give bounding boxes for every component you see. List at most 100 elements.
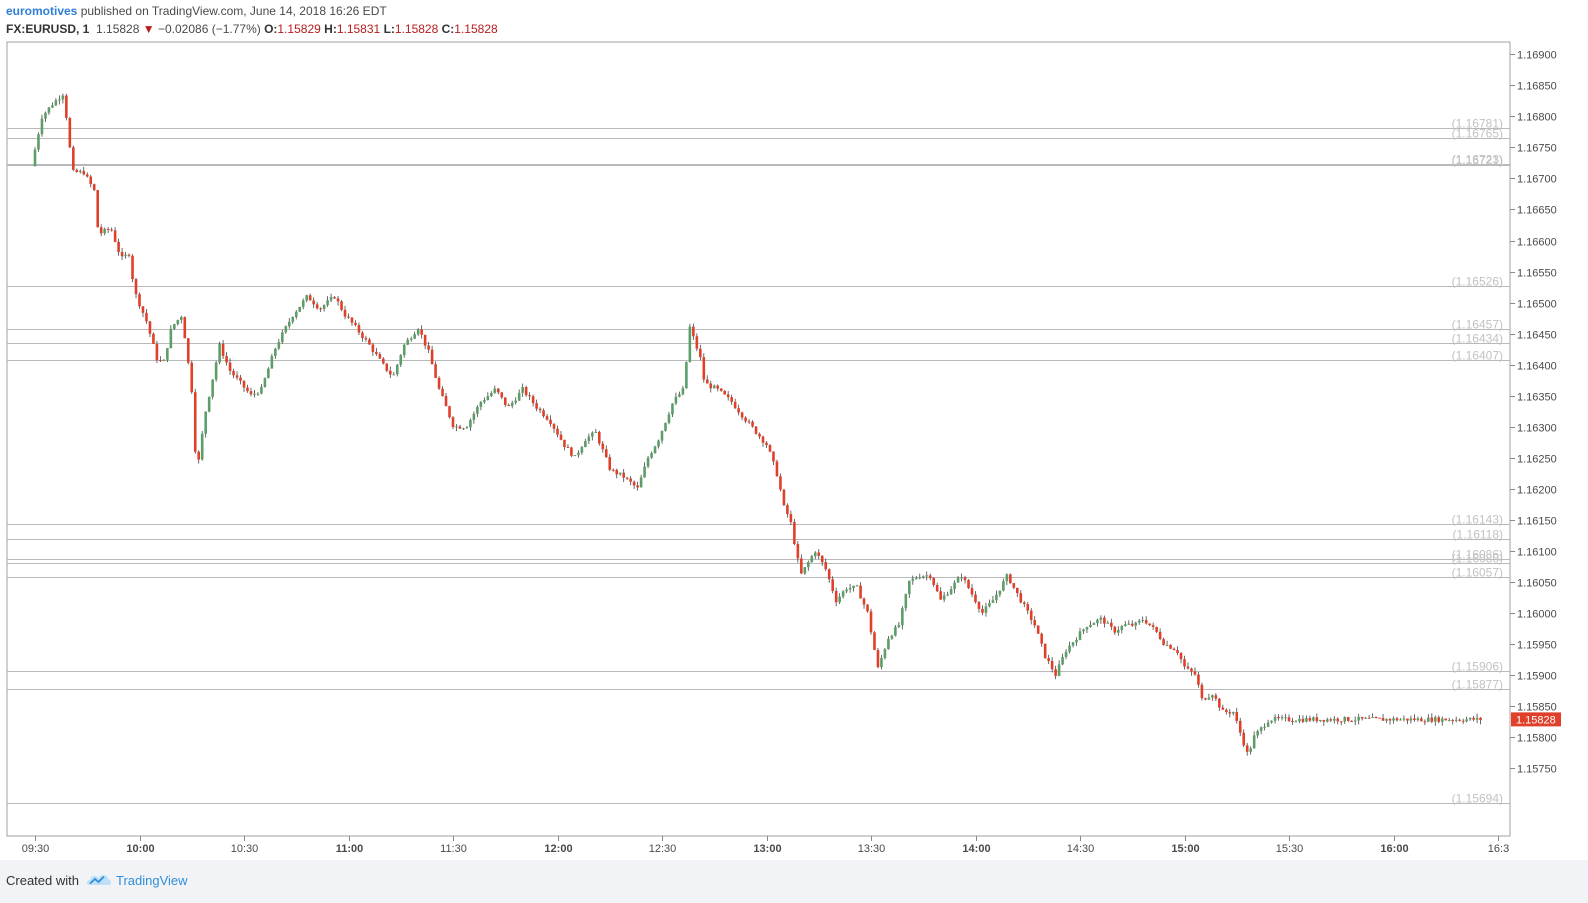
candle-body bbox=[1434, 717, 1437, 722]
candle-body bbox=[1106, 622, 1110, 624]
candle-body bbox=[1465, 719, 1468, 722]
last-price-label: 1.15828 bbox=[1516, 714, 1556, 726]
candle-body bbox=[40, 118, 44, 135]
candle-body bbox=[420, 329, 423, 335]
candle-body bbox=[131, 255, 134, 280]
candle-body bbox=[186, 338, 190, 363]
candle-body bbox=[1409, 718, 1413, 721]
candle-body bbox=[1165, 644, 1169, 646]
x-tick-label: 10:30 bbox=[231, 843, 259, 855]
candle-body bbox=[594, 431, 598, 433]
tradingview-link[interactable]: TradingView bbox=[116, 873, 188, 888]
candle-body bbox=[1036, 625, 1040, 634]
candle-body bbox=[803, 567, 807, 574]
candle-body bbox=[650, 453, 653, 458]
candle-body bbox=[1392, 718, 1395, 721]
x-tick-label: 12:00 bbox=[544, 843, 572, 855]
tradingview-logo-icon[interactable] bbox=[86, 870, 112, 890]
candle-body bbox=[375, 351, 378, 354]
candle-body bbox=[503, 397, 507, 405]
candle-body bbox=[242, 380, 246, 388]
candle-body bbox=[510, 402, 514, 406]
candle-body bbox=[660, 430, 664, 441]
candle-body bbox=[193, 392, 197, 452]
candle-body bbox=[744, 417, 747, 422]
candle-body bbox=[451, 417, 455, 428]
y-tick-label: 1.16750 bbox=[1517, 143, 1557, 155]
candle-body bbox=[528, 395, 531, 397]
candle-body bbox=[496, 388, 500, 393]
candle-body bbox=[1057, 664, 1061, 676]
candle-body bbox=[256, 393, 260, 395]
candle-body bbox=[1040, 633, 1043, 644]
candle-body bbox=[517, 392, 521, 401]
candle-body bbox=[646, 457, 650, 467]
candle-body bbox=[570, 447, 573, 456]
candle-body bbox=[678, 394, 681, 397]
candle-body bbox=[1207, 697, 1211, 700]
candle-body bbox=[228, 362, 232, 371]
candle-body bbox=[500, 392, 504, 398]
candle-body bbox=[200, 433, 204, 460]
candle-body bbox=[333, 297, 336, 299]
level-label: (1.16526) bbox=[1452, 275, 1503, 289]
candle-body bbox=[730, 397, 733, 402]
candle-body bbox=[458, 426, 462, 429]
candle-body bbox=[1033, 620, 1037, 626]
candle-body bbox=[322, 305, 326, 309]
candle-body bbox=[413, 334, 416, 339]
candle-body bbox=[89, 176, 93, 185]
level-label: (1.15906) bbox=[1452, 660, 1503, 674]
candle-body bbox=[521, 387, 524, 393]
candle-body bbox=[1127, 623, 1131, 625]
candle-body bbox=[1312, 717, 1315, 721]
candle-body bbox=[862, 598, 866, 605]
candle-body bbox=[1089, 624, 1092, 628]
candle-body bbox=[120, 251, 124, 257]
price-chart[interactable]: (1.16781)(1.16765)(1.16723)(1.16721)(1.1… bbox=[0, 0, 1588, 903]
candle-body bbox=[1096, 619, 1099, 624]
candle-body bbox=[827, 569, 831, 580]
candle-body bbox=[563, 439, 566, 448]
candle-body bbox=[378, 353, 382, 359]
candle-body bbox=[1287, 717, 1291, 721]
candle-body bbox=[1221, 707, 1225, 710]
candle-body bbox=[855, 585, 859, 587]
candle-body bbox=[813, 552, 817, 557]
candle-body bbox=[385, 363, 389, 371]
candle-body bbox=[820, 555, 824, 563]
candle-body bbox=[542, 410, 545, 417]
candle-body bbox=[232, 370, 235, 376]
candle-body bbox=[469, 419, 472, 428]
candle-body bbox=[246, 387, 249, 392]
candle-body bbox=[1249, 748, 1252, 752]
candle-body bbox=[1364, 717, 1367, 719]
candle-body bbox=[611, 469, 615, 471]
candle-body bbox=[1064, 651, 1068, 657]
candle-body bbox=[364, 338, 368, 340]
candle-body bbox=[1360, 716, 1364, 719]
candle-body bbox=[1472, 717, 1475, 720]
footer: Created with TradingView bbox=[0, 860, 1588, 903]
candle-body bbox=[294, 311, 298, 317]
candle-body bbox=[1280, 717, 1284, 719]
x-tick-label: 16:3 bbox=[1488, 843, 1509, 855]
candle-body bbox=[1336, 718, 1340, 722]
y-tick-label: 1.16350 bbox=[1517, 392, 1557, 404]
candle-body bbox=[173, 324, 176, 329]
candle-body bbox=[483, 400, 486, 402]
candle-body bbox=[1158, 631, 1162, 640]
candle-body bbox=[984, 606, 988, 613]
candle-body bbox=[657, 440, 660, 447]
candle-body bbox=[1047, 658, 1050, 661]
candle-body bbox=[1374, 717, 1378, 719]
candle-body bbox=[618, 472, 622, 475]
candle-body bbox=[695, 336, 699, 349]
candle-body bbox=[733, 401, 737, 409]
candle-body bbox=[991, 600, 995, 603]
y-tick-label: 1.16650 bbox=[1517, 205, 1557, 217]
y-tick-label: 1.16850 bbox=[1517, 81, 1557, 93]
candle-body bbox=[437, 377, 441, 389]
level-label: (1.16118) bbox=[1453, 528, 1503, 542]
candle-body bbox=[493, 388, 497, 393]
